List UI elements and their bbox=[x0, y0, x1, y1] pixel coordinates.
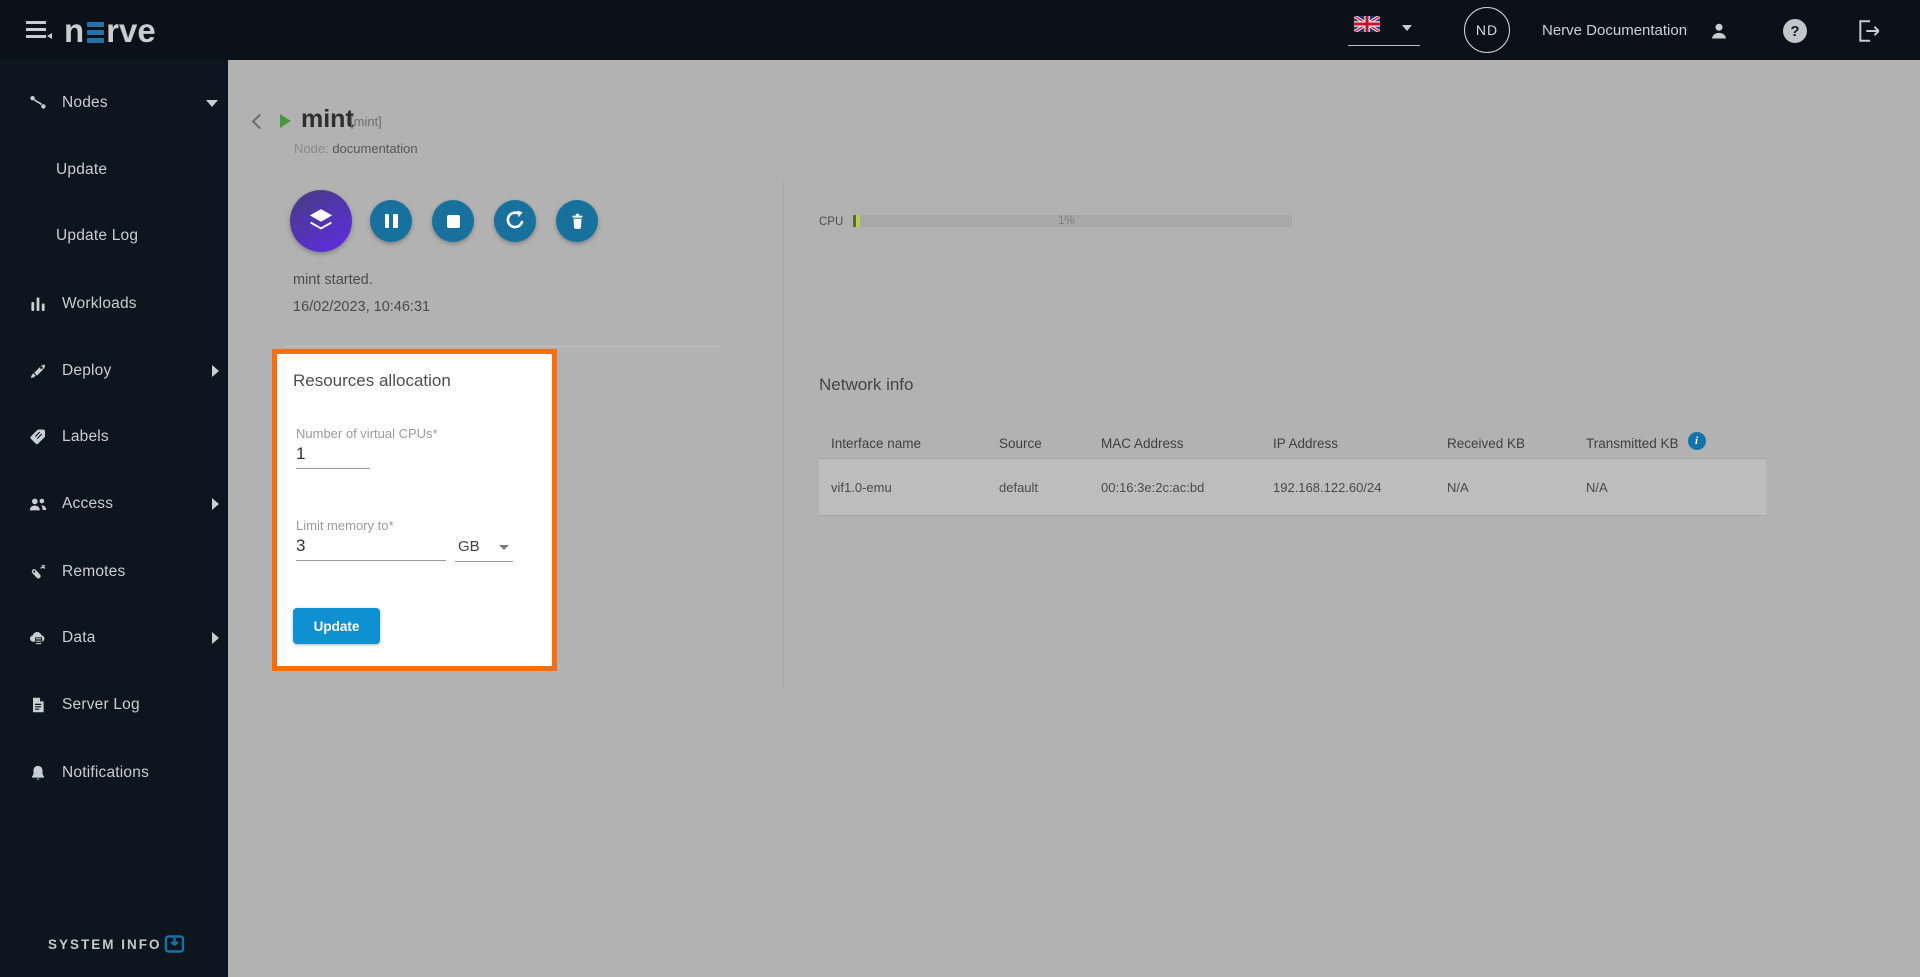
cpu-meter-fill bbox=[856, 215, 860, 227]
avatar[interactable]: ND bbox=[1464, 7, 1510, 53]
back-button[interactable] bbox=[248, 112, 270, 134]
limit-memory-label: Limit memory to* bbox=[296, 518, 394, 533]
app-root: n rve ND Nerve Documentation bbox=[0, 0, 1920, 977]
user-name: Nerve Documentation bbox=[1542, 0, 1687, 60]
column-header: IP Address bbox=[1261, 436, 1435, 451]
sidebar-item-deploy[interactable]: Deploy bbox=[0, 351, 228, 391]
cell-source: default bbox=[987, 480, 1089, 495]
vertical-divider bbox=[783, 181, 784, 689]
column-header: Interface name bbox=[819, 436, 987, 451]
panel-title: Resources allocation bbox=[293, 371, 451, 391]
remote-icon bbox=[28, 562, 48, 582]
language-flag-uk-icon bbox=[1354, 16, 1380, 32]
help-button[interactable]: ? bbox=[1782, 18, 1808, 44]
restart-button[interactable] bbox=[494, 200, 536, 242]
sidebar-item-workloads[interactable]: Workloads bbox=[0, 284, 228, 324]
update-button[interactable]: Update bbox=[293, 608, 380, 644]
chevron-right-icon bbox=[212, 632, 219, 644]
system-info-button[interactable]: SYSTEM INFO bbox=[0, 924, 228, 964]
memory-unit-value: GB bbox=[458, 538, 480, 555]
top-bar: n rve ND Nerve Documentation bbox=[0, 0, 1920, 60]
nerve-logo[interactable]: n rve bbox=[64, 10, 156, 50]
status-timestamp: 16/02/2023, 10:46:31 bbox=[293, 299, 430, 315]
sidebar-item-server-log[interactable]: Server Log bbox=[0, 685, 228, 725]
chevron-right-icon bbox=[212, 365, 219, 377]
sidebar-item-labels[interactable]: Labels bbox=[0, 417, 228, 457]
horizontal-divider bbox=[285, 346, 720, 347]
workload-type-badge bbox=[290, 190, 352, 252]
network-table: Interface name Source MAC Address IP Add… bbox=[819, 428, 1766, 516]
cpu-meter-value: 1% bbox=[1058, 215, 1075, 227]
stop-icon bbox=[447, 215, 460, 228]
rocket-icon bbox=[28, 361, 48, 381]
node-subtitle: Node: documentation bbox=[294, 141, 418, 156]
menu-toggle-icon[interactable] bbox=[26, 20, 50, 40]
stop-button[interactable] bbox=[432, 200, 474, 242]
cpu-meter-label: CPU bbox=[819, 216, 843, 228]
workloads-icon bbox=[28, 294, 48, 314]
column-header: Received KB bbox=[1435, 436, 1574, 451]
logout-button[interactable] bbox=[1856, 18, 1882, 44]
table-row: vif1.0-emu default 00:16:3e:2c:ac:bd 192… bbox=[819, 458, 1766, 516]
cell-transmitted-kb: N/A bbox=[1574, 480, 1766, 495]
column-header: MAC Address bbox=[1089, 436, 1261, 451]
tag-icon bbox=[28, 427, 48, 447]
bell-icon bbox=[28, 763, 48, 783]
language-select[interactable] bbox=[1348, 12, 1420, 46]
nodes-icon bbox=[28, 93, 48, 113]
sidebar-item-data[interactable]: Data bbox=[0, 618, 228, 658]
chevron-down-icon bbox=[499, 545, 509, 550]
chevron-down-icon bbox=[1402, 25, 1412, 31]
person-icon bbox=[1708, 20, 1730, 42]
sidebar-item-notifications[interactable]: Notifications bbox=[0, 753, 228, 793]
sidebar-item-access[interactable]: Access bbox=[0, 484, 228, 524]
virtual-cpus-input[interactable] bbox=[296, 444, 370, 469]
pause-button[interactable] bbox=[370, 200, 412, 242]
info-icon[interactable]: i bbox=[1688, 432, 1706, 450]
logo-e-bars-icon bbox=[87, 22, 104, 43]
restart-icon bbox=[503, 209, 527, 233]
network-info-title: Network info bbox=[819, 375, 913, 395]
delete-button[interactable] bbox=[556, 200, 598, 242]
logout-icon bbox=[1856, 19, 1882, 43]
node-label: Node: bbox=[294, 141, 329, 156]
help-icon: ? bbox=[1783, 19, 1807, 43]
status-running-icon bbox=[280, 114, 291, 128]
cell-ip-address: 192.168.122.60/24 bbox=[1261, 480, 1435, 495]
sidebar-item-nodes[interactable]: Nodes bbox=[0, 83, 228, 123]
node-name: documentation bbox=[332, 141, 417, 156]
limit-memory-input[interactable] bbox=[296, 536, 446, 561]
column-header: Source bbox=[987, 436, 1089, 451]
workload-tag: [mint] bbox=[350, 114, 382, 129]
download-icon bbox=[162, 932, 187, 956]
cell-interface-name: vif1.0-emu bbox=[819, 480, 987, 495]
trash-icon bbox=[567, 211, 588, 232]
page-title: mint bbox=[301, 105, 354, 134]
logo-text-suffix: rve bbox=[106, 14, 156, 47]
cloud-database-icon bbox=[28, 628, 48, 648]
sidebar-item-update[interactable]: Update bbox=[0, 150, 228, 190]
memory-unit-select[interactable]: GB bbox=[455, 536, 513, 562]
pause-icon bbox=[385, 214, 398, 228]
virtual-cpus-label: Number of virtual CPUs* bbox=[296, 426, 438, 441]
column-header: Transmitted KB i bbox=[1574, 434, 1766, 452]
sidebar-item-update-log[interactable]: Update Log bbox=[0, 216, 228, 256]
avatar-initials: ND bbox=[1476, 22, 1498, 38]
resources-allocation-panel: Resources allocation Number of virtual C… bbox=[272, 349, 557, 671]
cell-mac-address: 00:16:3e:2c:ac:bd bbox=[1089, 480, 1261, 495]
sidebar-item-remotes[interactable]: Remotes bbox=[0, 552, 228, 592]
chevron-left-icon bbox=[252, 114, 268, 130]
table-header-row: Interface name Source MAC Address IP Add… bbox=[819, 428, 1766, 458]
logo-text-prefix: n bbox=[64, 14, 84, 47]
layers-icon bbox=[298, 198, 344, 244]
document-icon bbox=[28, 695, 48, 715]
cell-received-kb: N/A bbox=[1435, 480, 1574, 495]
sidebar: Nodes Update Update Log Workloads Deploy bbox=[0, 60, 228, 977]
profile-button[interactable] bbox=[1706, 18, 1732, 44]
users-icon bbox=[28, 494, 48, 514]
status-message: mint started. bbox=[293, 272, 373, 288]
chevron-right-icon bbox=[212, 498, 219, 510]
chevron-down-icon bbox=[206, 100, 218, 107]
